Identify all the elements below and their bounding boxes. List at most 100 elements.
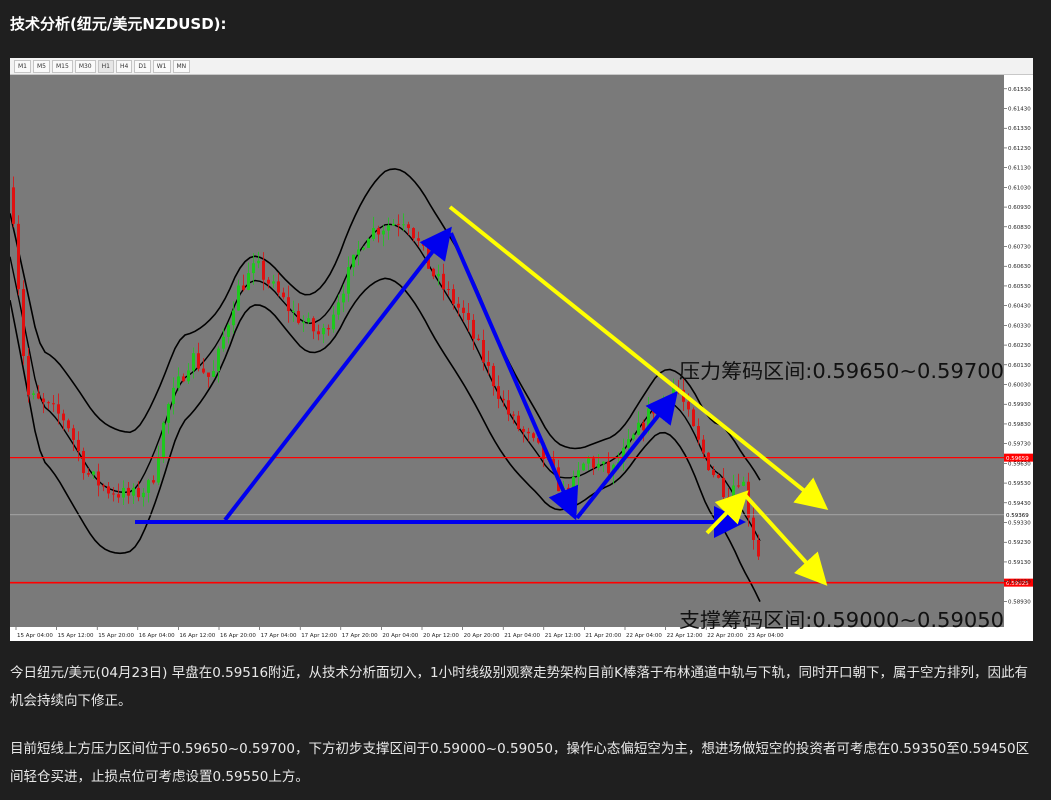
bear-candle — [12, 187, 15, 224]
bear-candle — [702, 439, 705, 453]
price-tick-label: 0.59830 — [1008, 422, 1031, 428]
bull-candle — [142, 492, 145, 498]
bear-candle — [267, 279, 270, 284]
bull-candle — [372, 228, 375, 239]
analysis-paragraph-2: 目前短线上方压力区间位于0.59650~0.59700，下方初步支撑区间于0.5… — [10, 741, 1030, 785]
timeframe-button-m1[interactable]: M1 — [14, 59, 31, 73]
bear-candle — [652, 408, 655, 414]
time-tick-label: 16 Apr 04:00 — [139, 633, 175, 639]
bear-candle — [422, 240, 425, 246]
bear-candle — [472, 319, 475, 339]
bull-candle — [382, 230, 385, 235]
bear-candle — [97, 471, 100, 486]
bear-candle — [287, 297, 290, 312]
price-tick-label: 0.61230 — [1008, 146, 1031, 152]
bear-candle — [87, 473, 90, 475]
bear-candle — [727, 497, 730, 499]
time-tick-label: 21 Apr 12:00 — [545, 633, 581, 639]
bear-candle — [277, 281, 280, 293]
bull-candle — [402, 224, 405, 226]
bear-candle — [412, 228, 415, 239]
bear-candle — [242, 285, 245, 290]
price-tick-label: 0.60530 — [1008, 284, 1031, 290]
bull-candle — [237, 285, 240, 311]
bull-candle — [292, 310, 295, 312]
bear-candle — [127, 487, 130, 496]
bear-candle — [712, 470, 715, 476]
bull-candle — [572, 476, 575, 502]
time-tick-label: 21 Apr 20:00 — [585, 633, 621, 639]
price-tick-label: 0.61130 — [1008, 166, 1031, 172]
bull-candle — [167, 404, 170, 423]
bear-candle — [72, 428, 75, 440]
bear-candle — [607, 461, 610, 474]
bear-candle — [692, 409, 695, 427]
bear-candle — [477, 338, 480, 341]
bull-candle — [742, 481, 745, 486]
bull-candle — [362, 247, 365, 250]
bear-candle — [197, 353, 200, 369]
bull-candle — [367, 238, 370, 248]
time-tick-label: 17 Apr 12:00 — [301, 633, 337, 639]
timeframe-button-w1[interactable]: W1 — [152, 59, 171, 73]
time-tick-label: 17 Apr 20:00 — [342, 633, 378, 639]
price-tick-label: 0.59430 — [1008, 501, 1031, 507]
time-tick-label: 22 Apr 20:00 — [707, 633, 743, 639]
analysis-paragraph-1: 今日纽元/美元(04月23日) 早盘在0.59516附近，从技术分析面切入，1小… — [10, 665, 1028, 709]
bull-candle — [222, 336, 225, 349]
bear-candle — [752, 517, 755, 540]
time-tick-label: 15 Apr 12:00 — [58, 633, 94, 639]
price-axis-background — [1004, 75, 1033, 641]
time-tick-label: 16 Apr 20:00 — [220, 633, 256, 639]
bull-candle — [32, 393, 35, 395]
bear-candle — [457, 303, 460, 308]
bear-candle — [327, 327, 330, 330]
bear-candle — [82, 450, 85, 474]
timeframe-button-h1[interactable]: H1 — [97, 59, 114, 73]
price-tick-label: 0.61430 — [1008, 107, 1031, 113]
bear-candle — [117, 494, 120, 498]
timeframe-button-h4[interactable]: H4 — [115, 59, 133, 73]
bear-candle — [202, 368, 205, 373]
price-tick-label: 0.59730 — [1008, 442, 1031, 448]
time-tick-label: 20 Apr 20:00 — [464, 633, 500, 639]
time-tick-label: 16 Apr 12:00 — [179, 633, 215, 639]
bull-candle — [177, 376, 180, 388]
bull-candle — [387, 225, 390, 231]
bull-candle — [257, 260, 260, 264]
bear-candle — [47, 402, 50, 404]
price-tick-label: 0.58930 — [1008, 599, 1031, 605]
bear-candle — [452, 289, 455, 304]
current-price-label: 0.59369 — [1006, 513, 1029, 519]
price-tick-label: 0.59330 — [1008, 521, 1031, 527]
support-zone-label: 支撑筹码区间:0.59000~0.59050 — [679, 608, 1004, 632]
bull-candle — [577, 470, 580, 477]
bear-candle — [432, 268, 435, 277]
bull-candle — [307, 318, 310, 322]
bear-candle — [112, 493, 115, 495]
bear-candle — [407, 224, 410, 229]
bull-candle — [732, 485, 735, 499]
time-tick-label: 17 Apr 04:00 — [261, 633, 297, 639]
bull-candle — [337, 302, 340, 315]
bull-candle — [247, 273, 250, 290]
bear-candle — [67, 420, 70, 429]
price-tick-label: 0.60730 — [1008, 245, 1031, 251]
bull-candle — [322, 327, 325, 335]
bear-candle — [152, 480, 155, 483]
bull-candle — [132, 487, 135, 496]
timeframe-button-m15[interactable]: M15 — [52, 59, 73, 73]
timeframe-button-m5[interactable]: M5 — [33, 59, 50, 73]
timeframe-button-d1[interactable]: D1 — [134, 59, 151, 73]
bull-candle — [602, 461, 605, 464]
bear-candle — [512, 414, 515, 416]
timeframe-button-m30[interactable]: M30 — [74, 59, 96, 73]
timeframe-button-mn[interactable]: MN — [172, 59, 191, 73]
chart-panel: M1 M5 M15 M30 H1 H4 D1 W1 MN 0.59659 0.59369 0.590… — [10, 58, 1033, 641]
price-tick-label: 0.60630 — [1008, 264, 1031, 270]
bear-candle — [687, 401, 690, 410]
bear-candle — [522, 428, 525, 432]
bear-candle — [757, 539, 760, 557]
bear-candle — [717, 475, 720, 478]
bear-candle — [52, 403, 55, 405]
